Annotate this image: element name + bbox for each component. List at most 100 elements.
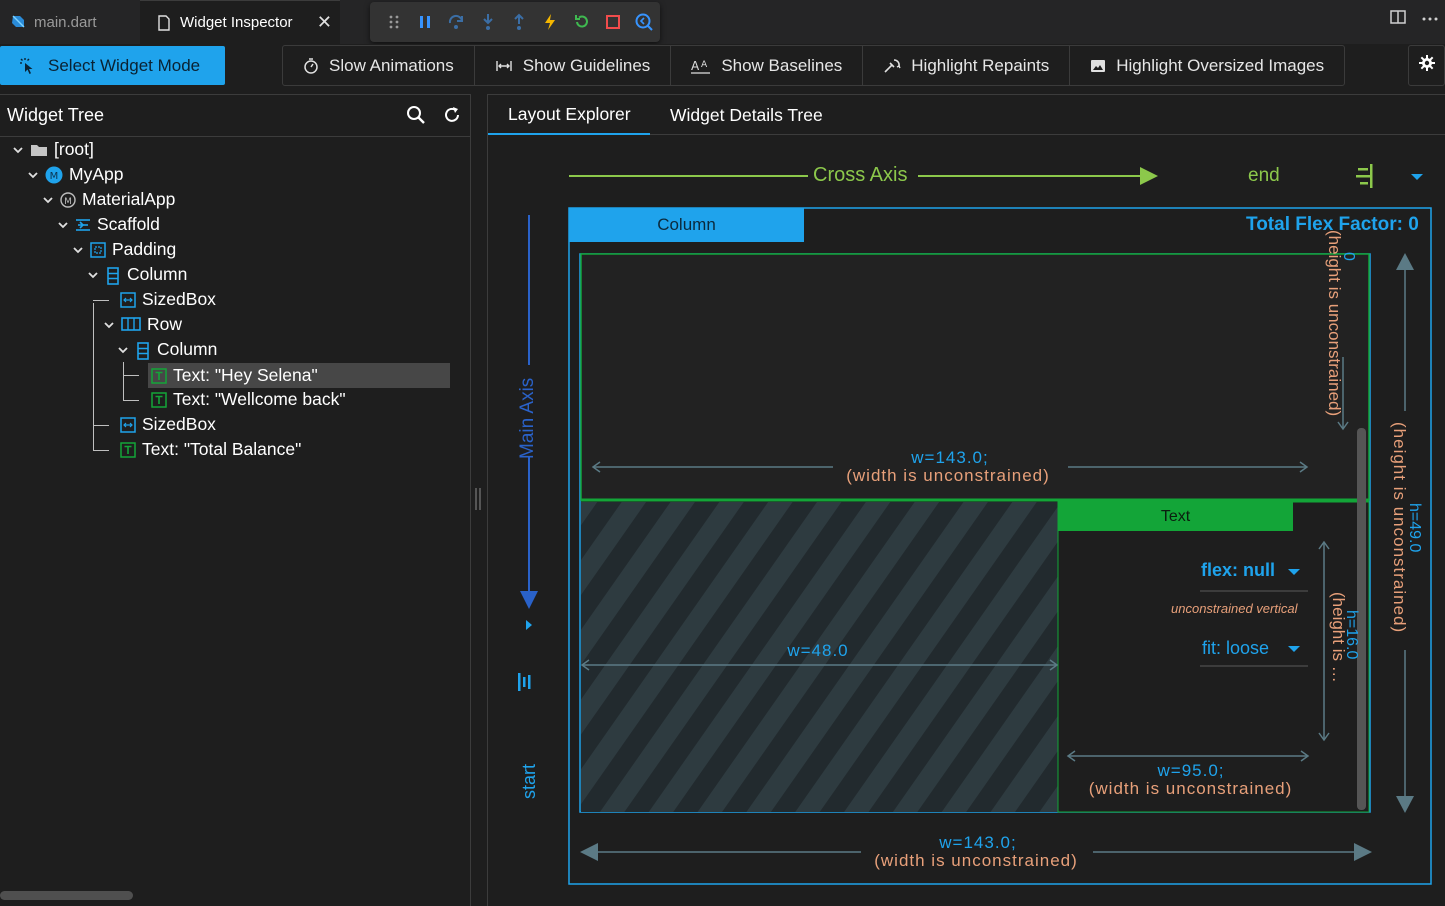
- highlight-oversized-images-button[interactable]: Highlight Oversized Images: [1070, 46, 1344, 85]
- tree-node-sizedbox[interactable]: SizedBox: [120, 287, 216, 312]
- column-height-note: (height is unconstrained): [1390, 422, 1409, 634]
- tree-node-text-hey-selena[interactable]: Text: "Hey Selena": [148, 363, 450, 388]
- cross-alignment-dropdown-icon[interactable]: [1411, 174, 1423, 180]
- tree-node-row[interactable]: Row: [103, 312, 182, 337]
- inspector-toolbar: Select Widget Mode Slow Animations Show …: [0, 44, 1445, 90]
- sizedbox-icon: [120, 291, 136, 308]
- tree-connector: [123, 362, 124, 401]
- tree-node-scaffold[interactable]: Scaffold: [57, 212, 160, 237]
- chevron-down-icon[interactable]: [117, 344, 129, 356]
- chevron-down-icon[interactable]: [12, 144, 24, 156]
- panel-splitter-handle[interactable]: [475, 488, 481, 510]
- svg-text:A: A: [701, 60, 708, 70]
- tree-node-column-inner[interactable]: Column: [117, 337, 217, 362]
- repaint-icon: [883, 58, 901, 74]
- tree-connector: [93, 450, 109, 451]
- tree-node-label: SizedBox: [142, 289, 216, 309]
- tab-widget-details-tree-label: Widget Details Tree: [670, 104, 823, 125]
- tab-widget-details-tree[interactable]: Widget Details Tree: [670, 95, 823, 135]
- main-axis-arrowhead: [520, 591, 538, 609]
- row-icon: [121, 316, 141, 333]
- svg-text:A: A: [691, 59, 700, 73]
- tree-node-label: Scaffold: [97, 214, 160, 234]
- split-editor-icon[interactable]: [1389, 8, 1407, 31]
- tree-connector: [123, 375, 139, 376]
- outer-width-note: (width is unconstrained): [874, 851, 1078, 870]
- chevron-down-icon[interactable]: [87, 269, 99, 281]
- highlight-repaints-button[interactable]: Highlight Repaints: [863, 46, 1071, 85]
- step-out-icon[interactable]: [503, 6, 534, 38]
- tree-node-text-total-balance[interactable]: Text: "Total Balance": [120, 437, 301, 462]
- restart-icon[interactable]: [566, 6, 597, 38]
- show-guidelines-button[interactable]: Show Guidelines: [475, 46, 672, 85]
- tab-main-dart[interactable]: main.dart: [0, 0, 140, 44]
- align-start-icon[interactable]: [518, 673, 531, 691]
- tree-node-label: Text: "Total Balance": [142, 439, 302, 459]
- drag-handle-icon[interactable]: [378, 6, 409, 38]
- guidelines-icon: [495, 59, 513, 73]
- show-baselines-button[interactable]: AA Show Baselines: [671, 46, 864, 85]
- chevron-down-icon[interactable]: [27, 169, 39, 181]
- tree-connector: [123, 400, 139, 401]
- stop-icon[interactable]: [597, 6, 628, 38]
- show-guidelines-label: Show Guidelines: [522, 55, 651, 75]
- column-icon: [135, 341, 151, 360]
- cross-axis-alignment-value[interactable]: end: [1248, 165, 1280, 187]
- top-child-width-value: w=143.0;: [911, 448, 989, 467]
- widget-tree-header: Widget Tree: [0, 95, 470, 137]
- cross-axis-arrowhead: [1140, 167, 1158, 185]
- tree-node-label: Column: [157, 339, 218, 359]
- align-end-icon[interactable]: [1356, 164, 1373, 188]
- tree-node-root[interactable]: [root]: [12, 137, 94, 162]
- debug-toolbar: [370, 2, 660, 42]
- more-actions-icon[interactable]: [1421, 8, 1439, 31]
- editor-actions: [1389, 8, 1439, 31]
- refresh-icon[interactable]: [442, 105, 462, 130]
- pause-icon[interactable]: [409, 6, 440, 38]
- widget-tree-title: Widget Tree: [7, 105, 105, 125]
- tab-widget-inspector[interactable]: Widget Inspector ✕: [140, 0, 340, 44]
- chevron-down-icon[interactable]: [72, 244, 84, 256]
- step-into-icon[interactable]: [472, 6, 503, 38]
- tree-connector: [93, 303, 94, 450]
- hot-reload-icon[interactable]: [535, 6, 566, 38]
- tree-node-materialapp[interactable]: M MaterialApp: [42, 187, 175, 212]
- step-over-icon[interactable]: [441, 6, 472, 38]
- chevron-down-icon[interactable]: [103, 319, 115, 331]
- editor-tab-strip: main.dart Widget Inspector ✕: [0, 0, 1445, 44]
- tree-node-label: Row: [147, 314, 183, 334]
- fit-value[interactable]: fit: loose: [1202, 638, 1269, 659]
- tree-node-label: Text: "Wellcome back": [173, 389, 346, 409]
- horizontal-scrollbar[interactable]: [0, 891, 133, 900]
- flex-value[interactable]: flex: null: [1201, 560, 1275, 581]
- tree-node-myapp[interactable]: M MyApp: [27, 162, 123, 187]
- tree-node-label: MaterialApp: [82, 189, 176, 209]
- tree-node-column[interactable]: Column: [87, 262, 187, 287]
- chevron-down-icon[interactable]: [57, 219, 69, 231]
- text-width-note: (width is unconstrained): [1088, 779, 1293, 798]
- svg-text:M: M: [64, 197, 72, 207]
- chevron-down-icon[interactable]: [42, 194, 54, 206]
- search-icon[interactable]: [406, 105, 426, 130]
- settings-button[interactable]: [1408, 45, 1445, 86]
- tree-node-padding[interactable]: Padding: [72, 237, 176, 262]
- select-widget-mode-button[interactable]: Select Widget Mode: [0, 46, 225, 85]
- slow-animations-button[interactable]: Slow Animations: [283, 46, 475, 85]
- image-icon: [1090, 58, 1106, 74]
- devtools-search-icon[interactable]: [629, 6, 660, 38]
- main-axis-alignment-value[interactable]: start: [519, 764, 540, 799]
- tree-node-sizedbox-2[interactable]: SizedBox: [120, 412, 216, 437]
- tab-main-dart-label: main.dart: [34, 13, 97, 31]
- tab-layout-explorer[interactable]: Layout Explorer: [488, 95, 650, 135]
- text-child-label: Text: [1160, 508, 1191, 525]
- main-alignment-dropdown-icon[interactable]: [526, 620, 532, 630]
- gear-icon: [1418, 54, 1436, 77]
- tab-widget-inspector-label: Widget Inspector: [180, 14, 293, 31]
- main-axis-label: Main Axis: [517, 377, 538, 459]
- highlight-oversized-images-label: Highlight Oversized Images: [1116, 55, 1325, 75]
- tree-connector: [93, 425, 109, 426]
- tree-node-text-wellcome-back[interactable]: Text: "Wellcome back": [151, 387, 346, 412]
- tree-connector: [93, 300, 109, 301]
- close-icon[interactable]: ✕: [317, 12, 332, 33]
- highlight-repaints-label: Highlight Repaints: [911, 55, 1050, 75]
